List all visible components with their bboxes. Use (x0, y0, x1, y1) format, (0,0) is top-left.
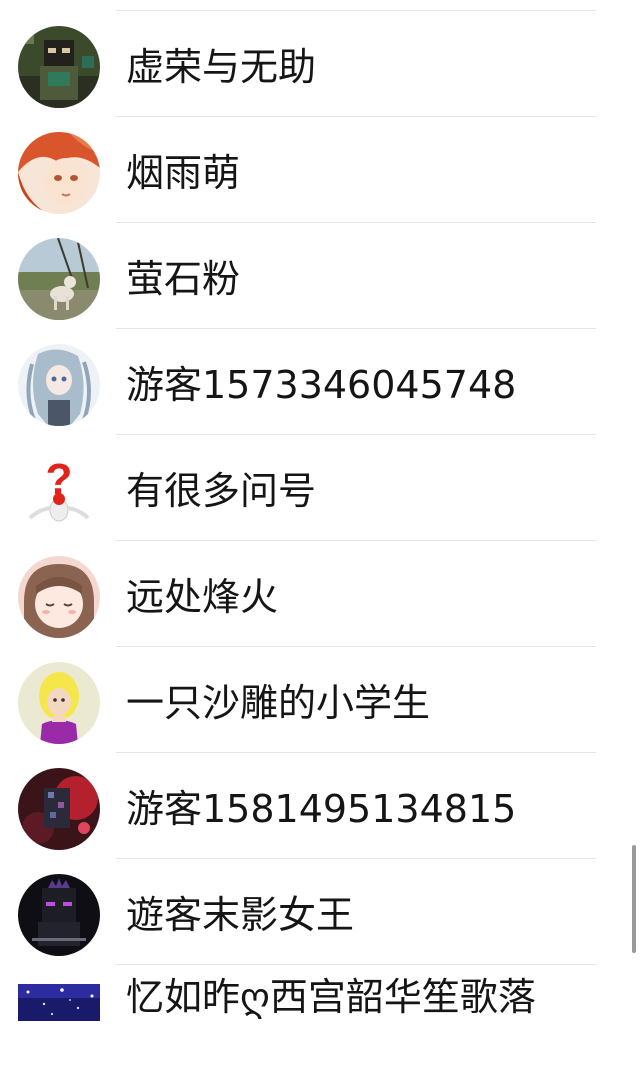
list-divider (116, 10, 596, 11)
list-item[interactable]: 一只沙雕的小学生 (0, 650, 640, 756)
list-divider (116, 222, 596, 223)
question-mark-person-avatar-icon: ? (18, 450, 100, 532)
user-name: 一只沙雕的小学生 (126, 681, 431, 725)
list-divider (116, 858, 596, 859)
dark-pixel-character-avatar-icon (18, 26, 100, 108)
user-name: 远处烽火 (126, 575, 279, 619)
list-item[interactable]: 虚荣与无助 (0, 14, 640, 120)
user-name: 虚荣与无助 (126, 45, 317, 89)
scrollbar[interactable] (632, 845, 636, 953)
list-divider (116, 434, 596, 435)
list-divider (116, 328, 596, 329)
dog-outdoor-photo-avatar-icon (18, 238, 100, 320)
list-divider (116, 116, 596, 117)
list-divider (116, 646, 596, 647)
list-divider (116, 752, 596, 753)
list-item[interactable]: 游客1573346045748 (0, 332, 640, 438)
anime-girl-brown-hair-avatar-icon (18, 556, 100, 638)
user-name: 忆如昨ღ西宫韶华笙歌落 (126, 975, 536, 1019)
list-item[interactable]: 萤石粉 (0, 226, 640, 332)
list-divider (116, 964, 596, 965)
anime-red-hair-avatar-icon (18, 132, 100, 214)
list-item[interactable]: ? 有很多问号 (0, 438, 640, 544)
yellow-hair-purple-shirt-avatar-icon (18, 662, 100, 744)
user-name: 烟雨萌 (126, 151, 241, 195)
dark-red-artwork-avatar-icon (18, 768, 100, 850)
list-item[interactable]: 远处烽火 (0, 544, 640, 650)
list-item[interactable]: 游客1581495134815 (0, 756, 640, 862)
list-item[interactable]: 遊客末影女王 (0, 862, 640, 968)
user-name: 遊客末影女王 (126, 893, 355, 937)
enderman-queen-avatar-icon (18, 874, 100, 956)
list-item[interactable]: 忆如昨ღ西宫韶华笙歌落 (0, 968, 640, 1074)
user-name: 游客1581495134815 (126, 787, 517, 831)
list-item[interactable]: 烟雨萌 (0, 120, 640, 226)
user-name: 游客1573346045748 (126, 363, 517, 407)
list-divider (116, 540, 596, 541)
user-name: 萤石粉 (126, 257, 241, 301)
starry-night-avatar-icon (18, 984, 100, 1021)
user-name: 有很多问号 (126, 469, 317, 513)
anime-silver-hair-avatar-icon (18, 344, 100, 426)
